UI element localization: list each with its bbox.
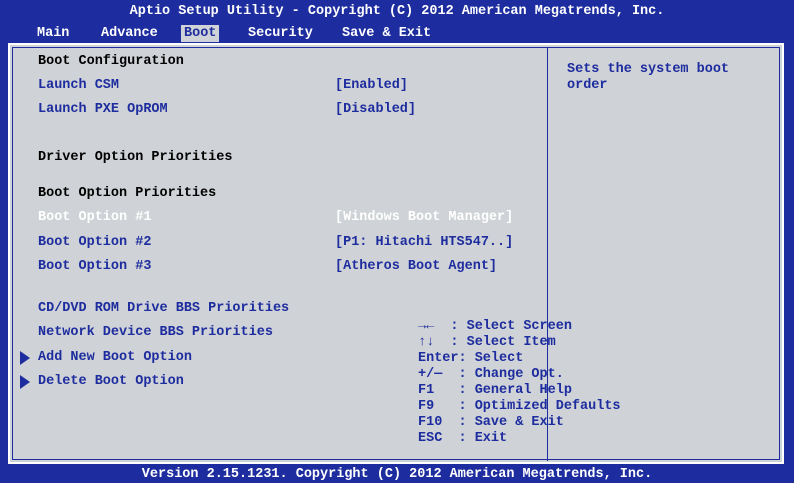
network-bbs-priorities[interactable]: Network Device BBS Priorities [38, 325, 273, 340]
tab-boot[interactable]: Boot [181, 25, 220, 42]
boot-option-1-value[interactable]: [Windows Boot Manager] [335, 210, 513, 225]
key-legend-item: Enter: Select [418, 351, 524, 366]
key-legend-item: +/— : Change Opt. [418, 367, 564, 382]
key-legend: →← : Select Screen ↑↓ : Select Item Ente… [418, 319, 621, 447]
add-new-boot-option[interactable]: Add New Boot Option [38, 350, 192, 365]
key-legend-item: F1 : General Help [418, 383, 572, 398]
boot-option-2-label[interactable]: Boot Option #2 [38, 235, 151, 250]
title-bar: Aptio Setup Utility - Copyright (C) 2012… [0, 0, 794, 43]
boot-option-2-value[interactable]: [P1: Hitachi HTS547..] [335, 235, 513, 250]
tab-advance[interactable]: Advance [98, 25, 161, 42]
boot-option-3-value[interactable]: [Atheros Boot Agent] [335, 259, 497, 274]
delete-boot-option[interactable]: Delete Boot Option [38, 374, 184, 389]
launch-pxe-value[interactable]: [Disabled] [335, 102, 416, 117]
tab-main[interactable]: Main [34, 25, 72, 42]
key-legend-item: →← : Select Screen [418, 319, 572, 334]
help-description: Sets the system boot order [567, 62, 729, 94]
section-driver-option-priorities: Driver Option Priorities [38, 150, 233, 165]
launch-csm-label[interactable]: Launch CSM [38, 78, 119, 93]
key-legend-item: ↑↓ : Select Item [418, 335, 556, 350]
boot-option-3-label[interactable]: Boot Option #3 [38, 259, 151, 274]
main-panel: Boot Configuration Launch CSM [Enabled] … [8, 43, 784, 464]
section-boot-configuration: Boot Configuration [38, 54, 184, 69]
menu-bar: Main Advance Boot Security Save & Exit [0, 25, 794, 43]
boot-option-1-label[interactable]: Boot Option #1 [38, 210, 151, 225]
launch-csm-value[interactable]: [Enabled] [335, 78, 408, 93]
tab-save-exit[interactable]: Save & Exit [339, 25, 434, 42]
section-boot-option-priorities: Boot Option Priorities [38, 186, 217, 201]
help-description-line: order [567, 78, 608, 93]
key-legend-item: F10 : Save & Exit [418, 415, 564, 430]
submenu-arrow-icon [20, 351, 30, 365]
tab-security[interactable]: Security [245, 25, 316, 42]
utility-title: Aptio Setup Utility - Copyright (C) 2012… [129, 4, 665, 19]
help-description-line: Sets the system boot [567, 62, 730, 77]
launch-pxe-label[interactable]: Launch PXE OpROM [38, 102, 168, 117]
version-footer: Version 2.15.1231. Copyright (C) 2012 Am… [141, 467, 653, 482]
submenu-arrow-icon [20, 375, 30, 389]
cd-dvd-bbs-priorities[interactable]: CD/DVD ROM Drive BBS Priorities [38, 301, 289, 316]
key-legend-item: F9 : Optimized Defaults [418, 399, 621, 414]
key-legend-item: ESC : Exit [418, 431, 508, 446]
